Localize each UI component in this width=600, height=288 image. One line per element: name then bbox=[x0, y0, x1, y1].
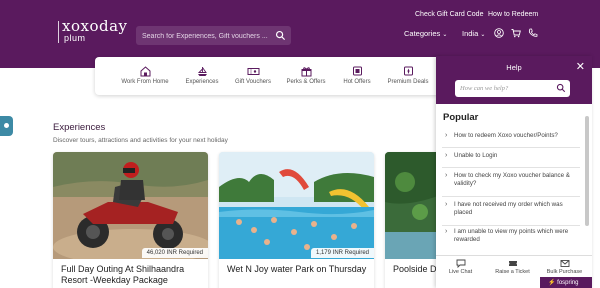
category-work-from-home[interactable]: Work From Home bbox=[115, 66, 175, 85]
search-icon[interactable] bbox=[275, 30, 286, 41]
brand-label: fospring bbox=[557, 280, 579, 286]
chevron-right-icon: › bbox=[445, 201, 448, 208]
cart-icon[interactable] bbox=[511, 28, 521, 38]
help-search-input[interactable] bbox=[460, 83, 552, 94]
header-search-box[interactable] bbox=[136, 26, 291, 45]
faq-item[interactable]: › I am unable to view my points which we… bbox=[442, 228, 580, 250]
chevron-down-icon: ⌄ bbox=[442, 32, 448, 38]
atv-ride-image bbox=[53, 152, 208, 259]
section-subtitle: Discover tours, attractions and activiti… bbox=[53, 137, 228, 144]
card-title[interactable]: Full Day Outing At Shilhaandra Resort -W… bbox=[61, 264, 203, 286]
logo-text: xoxoday bbox=[62, 17, 128, 35]
gift-icon bbox=[301, 67, 311, 77]
category-label: Perks & Offers bbox=[286, 79, 326, 85]
raise-ticket-button[interactable]: Raise a Ticket bbox=[490, 259, 535, 275]
header-search-input[interactable] bbox=[142, 30, 272, 42]
categories-label: Categories bbox=[404, 29, 441, 38]
experience-card[interactable]: 46,020 INR Required Full Day Outing At S… bbox=[53, 152, 208, 288]
live-chat-button[interactable]: Live Chat bbox=[438, 259, 483, 275]
premium-icon bbox=[403, 66, 413, 76]
chevron-right-icon: › bbox=[445, 152, 448, 159]
tag-icon bbox=[352, 66, 362, 76]
category-label: Gift Vouchers bbox=[234, 79, 272, 85]
live-chat-label: Live Chat bbox=[448, 269, 473, 275]
help-title: Help bbox=[506, 63, 522, 72]
category-gift-vouchers[interactable]: Gift Vouchers bbox=[223, 66, 283, 85]
chevron-right-icon: › bbox=[445, 132, 448, 139]
xoxoday-logo[interactable]: xoxoday plum bbox=[58, 17, 128, 43]
bulk-purchase-button[interactable]: Bulk Purchase bbox=[542, 259, 587, 275]
help-search-box[interactable] bbox=[455, 80, 570, 97]
boat-icon bbox=[197, 67, 207, 76]
user-icon[interactable] bbox=[494, 28, 504, 38]
category-bar: Work From Home Experiences Gift Vouchers… bbox=[95, 57, 441, 95]
popular-heading: Popular bbox=[443, 112, 479, 123]
faq-item[interactable]: › Unable to Login bbox=[442, 152, 580, 168]
chevron-down-icon: ⌄ bbox=[480, 32, 486, 38]
category-label: Work From Home bbox=[121, 79, 169, 85]
chat-icon bbox=[456, 259, 465, 268]
category-label: Premium Deals bbox=[387, 79, 429, 85]
how-to-redeem-link[interactable]: How to Redeem bbox=[488, 11, 538, 18]
faq-text: I am unable to view my points which were… bbox=[454, 228, 569, 243]
logo-divider bbox=[58, 21, 59, 43]
category-premium-deals[interactable]: Premium Deals bbox=[378, 66, 438, 85]
category-label: Experiences bbox=[185, 79, 219, 85]
voucher-icon bbox=[247, 68, 259, 75]
faq-text: How to redeem Xoxo voucher/Points? bbox=[454, 132, 558, 139]
price-tag: 46,020 INR Required bbox=[141, 248, 208, 258]
ticket-icon bbox=[508, 261, 517, 266]
faq-item[interactable]: › I have not received my order which was… bbox=[442, 201, 580, 226]
faq-item[interactable]: › How to check my Xoxo voucher balance &… bbox=[442, 172, 580, 197]
search-icon[interactable] bbox=[556, 83, 566, 93]
category-label: Hot Offers bbox=[343, 79, 371, 85]
phone-icon[interactable] bbox=[528, 28, 538, 38]
fospring-brand: ⚡ fospring bbox=[540, 277, 592, 288]
close-icon[interactable]: ✕ bbox=[576, 60, 585, 73]
faq-item[interactable]: › How to redeem Xoxo voucher/Points? bbox=[442, 132, 580, 148]
country-dropdown[interactable]: India ⌄ bbox=[462, 29, 485, 38]
help-footer: Live Chat Raise a Ticket Bulk Purchase ⚡… bbox=[436, 255, 592, 288]
faq-text: Unable to Login bbox=[454, 152, 498, 159]
price-tag: 1,179 INR Required bbox=[310, 248, 374, 258]
card-title[interactable]: Wet N Joy water Park on Thursday bbox=[227, 264, 369, 275]
categories-dropdown[interactable]: Categories ⌄ bbox=[404, 29, 447, 38]
feedback-tab[interactable] bbox=[0, 116, 13, 136]
help-panel-header: Help ✕ bbox=[436, 56, 592, 104]
help-panel: Help ✕ Popular › How to redeem Xoxo vouc… bbox=[436, 56, 592, 288]
envelope-icon bbox=[560, 260, 569, 267]
chevron-right-icon: › bbox=[445, 172, 448, 179]
bulk-purchase-label: Bulk Purchase bbox=[546, 269, 583, 275]
section-title: Experiences bbox=[53, 122, 106, 133]
chevron-right-icon: › bbox=[445, 228, 448, 235]
bolt-icon: ⚡ bbox=[548, 280, 556, 286]
help-scrollbar[interactable] bbox=[585, 116, 589, 226]
raise-ticket-label: Raise a Ticket bbox=[495, 269, 530, 275]
faq-text: I have not received my order which was p… bbox=[454, 201, 563, 216]
experience-card[interactable]: 1,179 INR Required Wet N Joy water Park … bbox=[219, 152, 374, 288]
country-label: India bbox=[462, 29, 479, 38]
home-icon bbox=[140, 66, 150, 77]
faq-text: How to check my Xoxo voucher balance & v… bbox=[454, 172, 570, 187]
check-gift-card-link[interactable]: Check Gift Card Code bbox=[415, 11, 483, 18]
dot-icon bbox=[4, 123, 9, 128]
water-park-image bbox=[219, 152, 374, 259]
